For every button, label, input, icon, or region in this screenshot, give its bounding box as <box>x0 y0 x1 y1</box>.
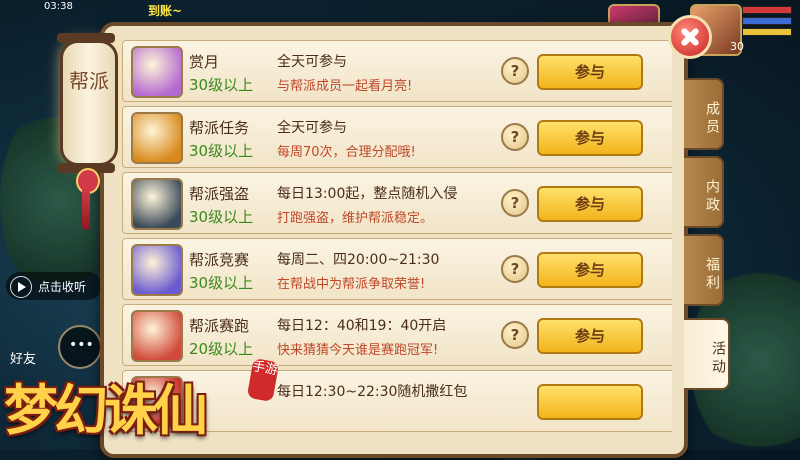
play-icon <box>10 276 32 298</box>
help-icon[interactable]: ? <box>501 123 529 151</box>
activity-level: 30级以上 <box>189 208 254 226</box>
player-status-bars <box>742 6 792 36</box>
help-icon[interactable]: ? <box>501 255 529 283</box>
race-pig-icon <box>131 310 183 362</box>
arena-icon <box>131 244 183 296</box>
tab-label: 成员 <box>704 101 720 137</box>
join-button[interactable]: 参与 <box>537 54 643 90</box>
activity-name: 帮派竞赛 <box>189 251 250 269</box>
tab-0[interactable]: 成员 <box>684 78 724 150</box>
activity-description: 每周70次，合理分配哦! <box>277 145 416 160</box>
activity-description: 在帮战中为帮派争取荣誉! <box>277 277 426 292</box>
tab-1[interactable]: 内政 <box>684 156 724 228</box>
join-button[interactable]: 参与 <box>537 120 643 156</box>
activity-schedule: 全天可参与 <box>277 120 347 136</box>
player-level: 30 <box>730 40 744 53</box>
activity-row: 帮派任务 30级以上 全天可参与每周70次，合理分配哦!? 参与 <box>122 106 672 168</box>
help-icon[interactable]: ? <box>501 321 529 349</box>
activity-name: 帮派赛跑 <box>189 317 250 335</box>
guild-lantern: 帮派 <box>57 33 118 173</box>
activity-description: 与帮派成员一起看月亮! <box>277 79 413 94</box>
activity-description: 打跑强盗，维护帮派稳定。 <box>277 211 434 226</box>
activity-name: 帮派强盗 <box>189 185 250 203</box>
join-button[interactable] <box>537 384 643 420</box>
task-medal-icon <box>131 112 183 164</box>
status-bar: 03:38 <box>0 0 800 14</box>
moon-cake-icon <box>131 46 183 98</box>
tab-label: 活动 <box>710 341 726 377</box>
tab-label: 福利 <box>704 257 720 293</box>
activity-level: 30级以上 <box>189 274 254 292</box>
activity-level: 30级以上 <box>189 76 254 94</box>
game-logo: 梦幻诛仙 手游 <box>4 358 280 448</box>
activity-schedule: 每日12：40和19：40开启 <box>277 318 447 334</box>
bandit-flag-icon <box>131 178 183 230</box>
join-button[interactable]: 参与 <box>537 318 643 354</box>
voice-label: 点击收听 <box>38 280 87 294</box>
top-message: 到账~ <box>148 4 183 18</box>
mp-bar <box>742 17 792 25</box>
tab-3[interactable]: 活动 <box>684 318 730 390</box>
exp-bar <box>742 28 792 36</box>
activity-schedule: 全天可参与 <box>277 54 347 70</box>
activity-row: 帮派竞赛 30级以上 每周二、四20:00~21:30 在帮战中为帮派争取荣誉!? 参与 <box>122 238 672 300</box>
activity-name: 赏月 <box>189 53 220 71</box>
activity-schedule: 每周二、四20:00~21:30 <box>277 252 440 268</box>
game-logo-title: 梦幻诛仙 <box>4 378 208 442</box>
help-icon[interactable]: ? <box>501 57 529 85</box>
activity-schedule: 每日13:00起，整点随机入侵 <box>277 186 458 202</box>
activity-schedule: 每日12:30~22:30随机撒红包 <box>277 384 468 400</box>
close-button[interactable] <box>668 15 712 59</box>
tab-label: 内政 <box>704 179 720 215</box>
activity-row: 帮派强盗 30级以上 每日13:00起，整点随机入侵 打跑强盗，维护帮派稳定。? 参与 <box>122 172 672 234</box>
activity-level: 30级以上 <box>189 142 254 160</box>
activity-level: 20级以上 <box>189 340 254 358</box>
activity-name: 帮派任务 <box>189 119 250 137</box>
activity-row: 赏月 30级以上 全天可参与与帮派成员一起看月亮!? 参与 <box>122 40 672 102</box>
status-time: 03:38 <box>44 1 73 12</box>
activity-row: 帮派赛跑 20级以上 每日12：40和19：40开启 快来猜猜今天谁是赛跑冠军!? 参与 <box>122 304 672 366</box>
activity-description: 快来猜猜今天谁是赛跑冠军! <box>277 343 439 358</box>
lantern-title: 帮派 <box>69 69 109 93</box>
voice-play-button[interactable]: 点击收听 <box>6 272 102 300</box>
join-button[interactable]: 参与 <box>537 186 643 222</box>
tassel-ornament <box>82 190 90 230</box>
tab-2[interactable]: 福利 <box>684 234 724 306</box>
help-icon[interactable]: ? <box>501 189 529 217</box>
join-button[interactable]: 参与 <box>537 252 643 288</box>
hp-bar <box>742 6 792 14</box>
